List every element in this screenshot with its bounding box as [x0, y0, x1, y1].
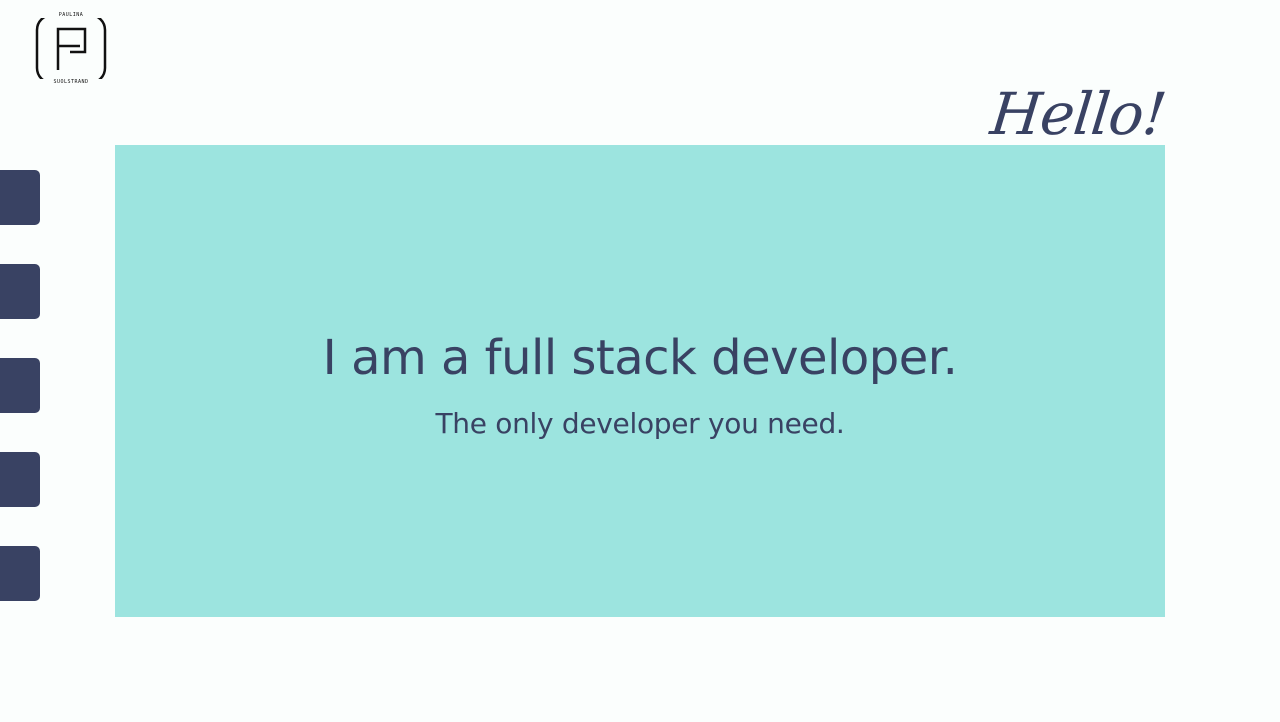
side-nav-item-4[interactable]: [0, 452, 40, 507]
greeting-heading: Hello!: [987, 80, 1169, 148]
page: PAULINA SUOLSTRAND Hello! I am a full st…: [0, 0, 1280, 722]
logo-top-text: PAULINA: [34, 12, 108, 18]
side-nav-item-5[interactable]: [0, 546, 40, 601]
pf-monogram-icon: [35, 13, 107, 85]
hero-title: I am a full stack developer.: [322, 330, 958, 386]
hero-subtitle: The only developer you need.: [435, 407, 845, 440]
side-nav-item-1[interactable]: [0, 170, 40, 225]
side-nav: [0, 170, 40, 640]
side-nav-item-2[interactable]: [0, 264, 40, 319]
logo-bottom-text: SUOLSTRAND: [34, 79, 108, 85]
side-nav-item-3[interactable]: [0, 358, 40, 413]
hero-banner: I am a full stack developer. The only de…: [115, 145, 1165, 617]
site-logo[interactable]: PAULINA SUOLSTRAND: [34, 12, 108, 86]
